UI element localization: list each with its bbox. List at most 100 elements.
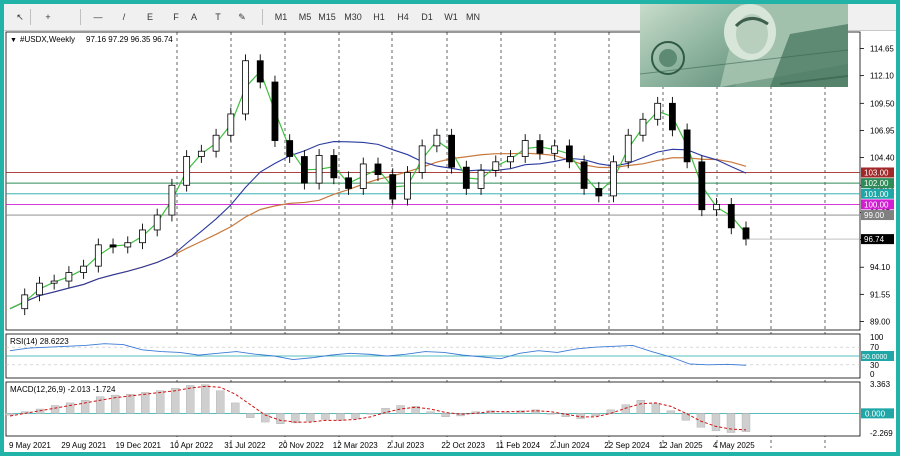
candle-body bbox=[669, 102, 676, 131]
x-tick-label: 19 Dec 2021 bbox=[116, 441, 162, 450]
y-tick-label: 104.40 bbox=[870, 154, 895, 163]
macd-histogram-bar bbox=[621, 404, 630, 414]
y-tick-label: 89.00 bbox=[870, 317, 891, 326]
y-tick-label: 91.55 bbox=[870, 290, 891, 299]
candle-body bbox=[404, 172, 411, 200]
macd-tick-label: -2.269 bbox=[870, 429, 893, 438]
macd-histogram-bar bbox=[5, 413, 15, 416]
y-tick-label: 106.95 bbox=[870, 126, 895, 135]
level-price-label: 102.00 bbox=[864, 179, 889, 188]
macd-histogram-bar bbox=[321, 413, 330, 420]
dollar-bills-photo bbox=[640, 4, 848, 87]
candle-body bbox=[212, 134, 220, 152]
x-tick-label: 9 May 2021 bbox=[9, 441, 51, 450]
macd-histogram-bar bbox=[336, 413, 345, 421]
x-tick-label: 12 Jan 2025 bbox=[659, 441, 704, 450]
candle-body bbox=[683, 129, 691, 163]
rsi-tick-label: 30 bbox=[870, 361, 879, 370]
candle-body bbox=[610, 161, 617, 197]
candle-body bbox=[256, 60, 264, 83]
candle-body bbox=[345, 177, 352, 189]
candle-body bbox=[448, 134, 456, 168]
candle-body bbox=[94, 244, 102, 267]
x-tick-label: 20 Nov 2022 bbox=[279, 441, 325, 450]
macd-histogram-bar bbox=[741, 413, 751, 432]
level-price-label: 101.00 bbox=[864, 190, 889, 199]
y-tick-label: 109.50 bbox=[870, 99, 895, 108]
candle-body bbox=[50, 280, 58, 284]
candle-body bbox=[521, 140, 529, 157]
macd-tick-label: 3.363 bbox=[870, 380, 891, 389]
candle-body bbox=[139, 229, 146, 244]
x-tick-label: 4 May 2025 bbox=[713, 441, 755, 450]
candle-body bbox=[477, 169, 485, 189]
candle-body bbox=[595, 188, 603, 197]
rsi-tick-label: 100 bbox=[870, 333, 884, 342]
macd-histogram-bar bbox=[426, 411, 435, 414]
ohlc-label: 97.16 97.29 96.35 96.74 bbox=[86, 35, 173, 44]
x-tick-label: 29 Aug 2021 bbox=[61, 441, 106, 450]
candle-body bbox=[286, 140, 294, 157]
macd-histogram-bar bbox=[306, 413, 315, 422]
macd-histogram-bar bbox=[591, 413, 600, 417]
collapse-icon: ▼ bbox=[10, 37, 17, 44]
candle-body bbox=[359, 163, 367, 189]
candle-body bbox=[227, 113, 235, 136]
macd-histogram-bar bbox=[186, 385, 195, 414]
macd-histogram-bar bbox=[651, 403, 661, 414]
candle-body bbox=[271, 81, 279, 141]
y-tick-label: 94.10 bbox=[870, 263, 891, 272]
rsi-tick-label: 70 bbox=[870, 343, 879, 352]
candle-body bbox=[109, 244, 117, 248]
macd-histogram-bar bbox=[531, 409, 540, 414]
macd-histogram-bar bbox=[246, 413, 255, 418]
macd-label: MACD(12,26,9) -2.013 -1.724 bbox=[10, 385, 116, 394]
macd-zero-label: 0.000 bbox=[865, 409, 886, 418]
level-price-label: 100.00 bbox=[864, 200, 889, 209]
x-tick-label: 10 Apr 2022 bbox=[170, 441, 214, 450]
candle-body bbox=[418, 145, 426, 173]
candle-body bbox=[374, 163, 382, 176]
macd-histogram-bar bbox=[156, 390, 165, 414]
candle-body bbox=[639, 118, 647, 136]
candle-body bbox=[624, 134, 632, 163]
candle-body bbox=[698, 161, 706, 211]
candle-body bbox=[713, 204, 720, 211]
current-price-label: 96.74 bbox=[864, 235, 885, 244]
level-price-label: 99.00 bbox=[864, 211, 885, 220]
candle-body bbox=[727, 204, 735, 229]
macd-histogram-bar bbox=[351, 413, 360, 419]
candle-body bbox=[462, 166, 470, 189]
macd-histogram-bar bbox=[501, 412, 510, 414]
candle-body bbox=[242, 60, 249, 115]
x-tick-label: 22 Oct 2023 bbox=[441, 441, 485, 450]
macd-histogram-bar bbox=[50, 405, 60, 414]
candle-body bbox=[580, 161, 588, 189]
candle-body bbox=[315, 155, 323, 184]
macd-histogram-bar bbox=[65, 402, 75, 414]
candle-body bbox=[124, 242, 132, 248]
x-tick-label: 2 Jun 2024 bbox=[550, 441, 590, 450]
candle-body bbox=[80, 265, 87, 273]
macd-histogram-bar bbox=[711, 413, 721, 431]
macd-histogram-bar bbox=[636, 400, 646, 414]
y-tick-label: 114.65 bbox=[870, 44, 894, 53]
candle-body bbox=[433, 134, 441, 147]
candle-body bbox=[197, 150, 205, 157]
candle-body bbox=[21, 294, 29, 310]
macd-histogram-bar bbox=[126, 394, 135, 414]
macd-histogram-bar bbox=[441, 413, 450, 417]
candle-body bbox=[654, 102, 662, 120]
candle-body bbox=[389, 174, 397, 200]
candle-body bbox=[300, 156, 308, 184]
macd-histogram-bar bbox=[216, 390, 225, 414]
macd-histogram-bar bbox=[696, 413, 706, 428]
candle-body bbox=[492, 161, 500, 171]
y-tick-label: 112.10 bbox=[870, 72, 894, 81]
macd-histogram-bar bbox=[80, 400, 90, 414]
candle-body bbox=[536, 140, 544, 154]
candle-body bbox=[565, 145, 573, 163]
candle-body bbox=[183, 156, 191, 186]
candle-body bbox=[36, 282, 43, 296]
x-tick-label: 22 Sep 2024 bbox=[604, 441, 650, 450]
